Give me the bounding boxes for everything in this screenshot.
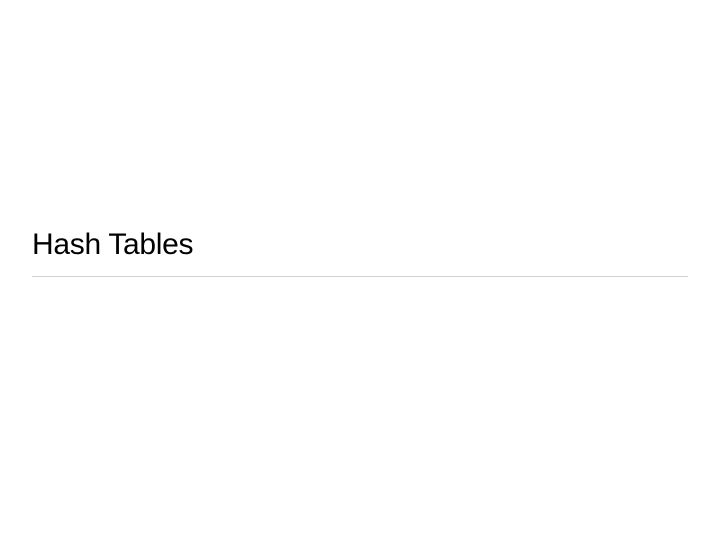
title-divider <box>32 276 688 277</box>
slide: Hash Tables <box>0 0 720 540</box>
title-block: Hash Tables <box>32 228 688 277</box>
slide-title: Hash Tables <box>32 228 688 276</box>
